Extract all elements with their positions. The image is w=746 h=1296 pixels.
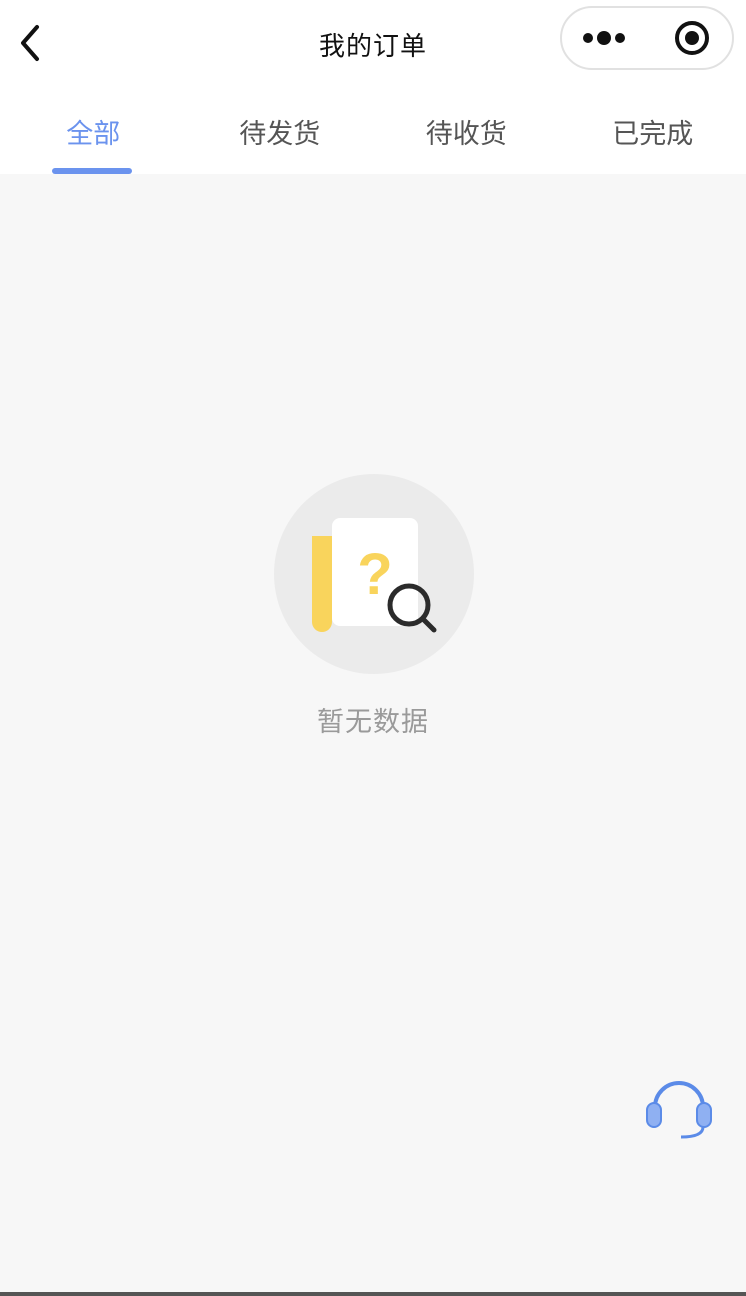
customer-service-button[interactable] bbox=[638, 1070, 720, 1142]
tab-label: 全部 bbox=[66, 119, 121, 150]
tab-label: 待收货 bbox=[425, 119, 507, 150]
active-tab-indicator bbox=[52, 168, 132, 174]
tab-label: 已完成 bbox=[612, 119, 694, 150]
tab-pending-shipment[interactable]: 待发货 bbox=[187, 86, 374, 174]
mini-program-capsule bbox=[560, 6, 734, 70]
target-close-icon bbox=[675, 21, 709, 55]
more-dots-icon bbox=[583, 31, 625, 45]
headset-icon bbox=[646, 1081, 712, 1139]
home-indicator-bar bbox=[0, 1292, 746, 1296]
tab-pending-receipt[interactable]: 待收货 bbox=[373, 86, 560, 174]
svg-text:?: ? bbox=[357, 542, 392, 607]
capsule-divider bbox=[648, 24, 649, 52]
empty-state-text: 暂无数据 bbox=[317, 707, 429, 738]
tab-completed[interactable]: 已完成 bbox=[560, 86, 746, 174]
order-status-tabs: 全部 待发货 待收货 已完成 bbox=[0, 86, 746, 174]
nav-bar: 我的订单 bbox=[0, 0, 746, 86]
close-button[interactable] bbox=[650, 8, 734, 68]
orders-page: 我的订单 全部 待发货 待收货 已完成 ? 暂无数据 bbox=[0, 0, 746, 1296]
document-search-icon: ? bbox=[274, 474, 474, 674]
more-button[interactable] bbox=[562, 8, 648, 68]
tab-label: 待发货 bbox=[239, 119, 321, 150]
tab-all[interactable]: 全部 bbox=[0, 86, 187, 174]
